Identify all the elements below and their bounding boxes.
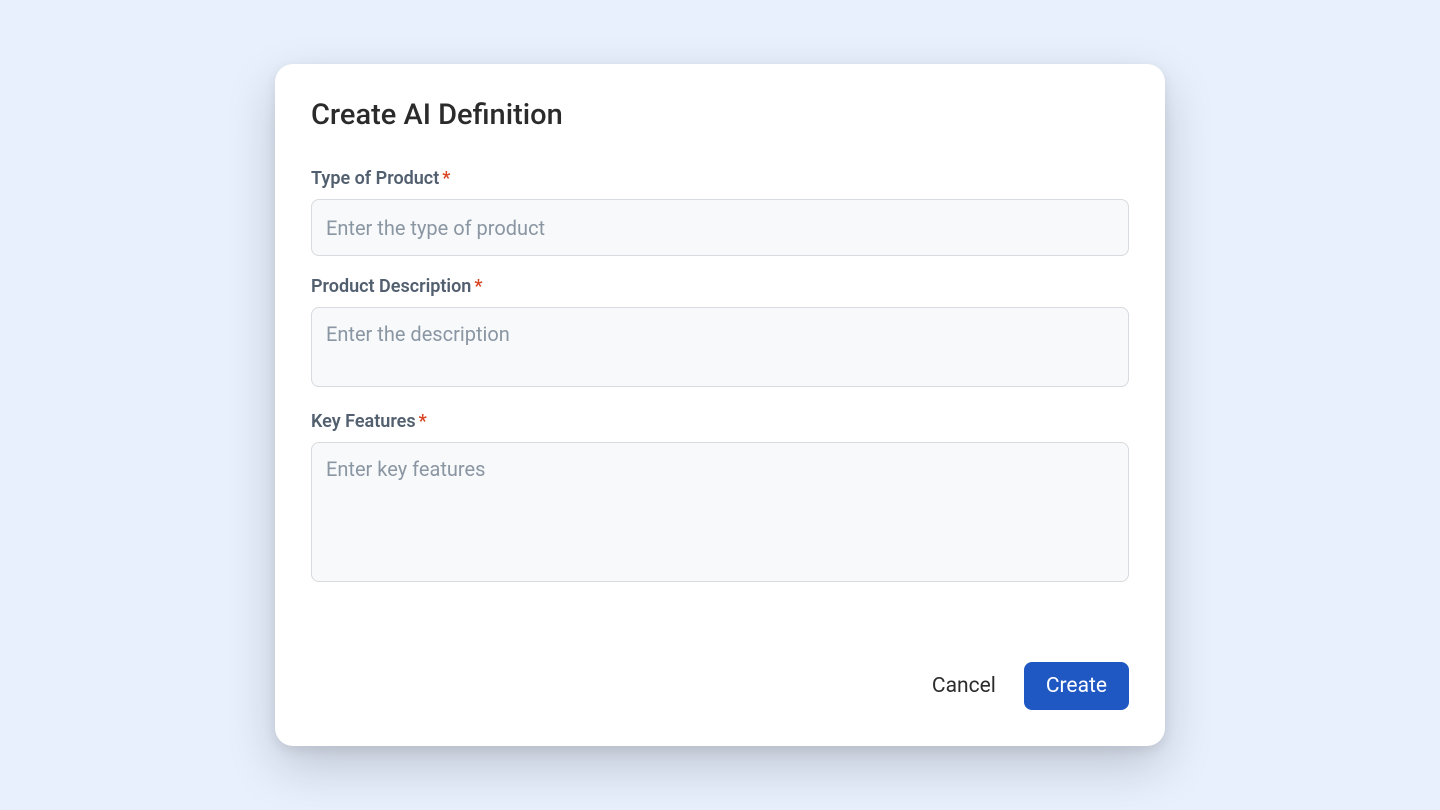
modal-actions: Cancel Create <box>311 662 1129 710</box>
create-ai-definition-modal: Create AI Definition Type of Product* Pr… <box>275 64 1165 746</box>
key-features-input[interactable] <box>311 442 1129 582</box>
key-features-label-text: Key Features <box>311 411 416 432</box>
product-description-input[interactable] <box>311 307 1129 387</box>
product-description-label: Product Description* <box>311 276 1129 297</box>
cancel-button[interactable]: Cancel <box>932 674 996 698</box>
create-button[interactable]: Create <box>1024 662 1129 710</box>
field-product-type: Type of Product* <box>311 168 1129 256</box>
field-key-features: Key Features* <box>311 411 1129 586</box>
key-features-label: Key Features* <box>311 411 1129 432</box>
field-product-description: Product Description* <box>311 276 1129 391</box>
required-indicator: * <box>442 168 450 189</box>
modal-title: Create AI Definition <box>311 98 1129 132</box>
required-indicator: * <box>419 411 427 432</box>
product-type-label: Type of Product* <box>311 168 1129 189</box>
product-description-label-text: Product Description <box>311 276 471 297</box>
product-type-input[interactable] <box>311 199 1129 256</box>
required-indicator: * <box>474 276 482 297</box>
product-type-label-text: Type of Product <box>311 168 439 189</box>
